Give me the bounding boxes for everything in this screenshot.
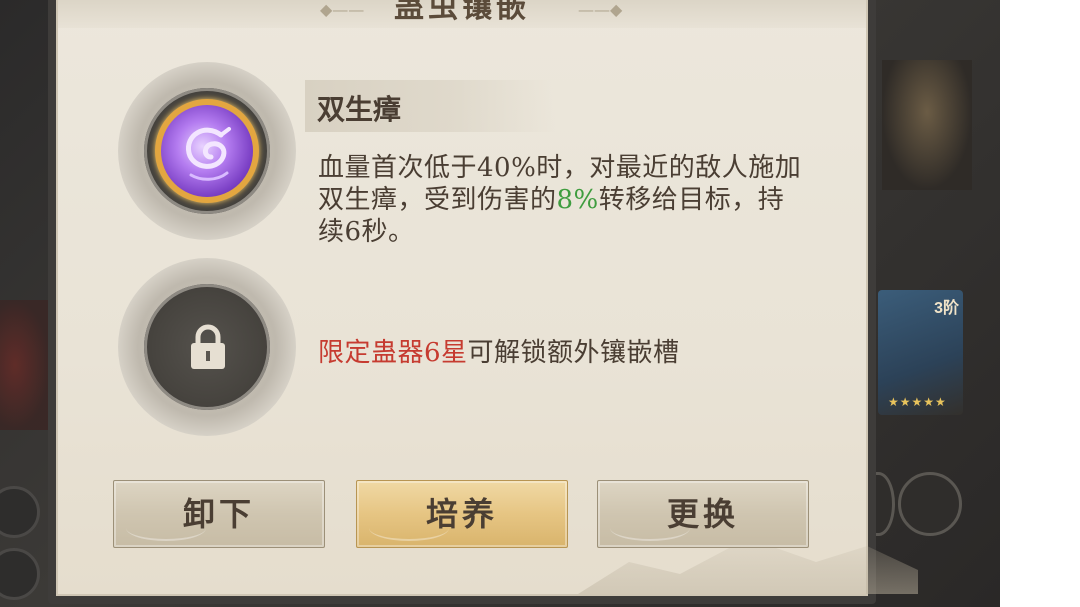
background-artwork — [882, 60, 972, 190]
dialog-title-bar: ◆—— 蛊虫镶嵌 ——◆ — [58, 0, 866, 28]
unequip-button[interactable]: 卸下 — [113, 480, 325, 548]
dialog-title: 蛊虫镶嵌 — [394, 0, 530, 25]
background-item-card[interactable]: 3阶 ★★★★★ — [878, 290, 963, 415]
button-swirl-decoration — [369, 515, 449, 541]
button-swirl-decoration — [126, 515, 206, 541]
background-button[interactable] — [0, 548, 40, 600]
description-highlight: 8% — [556, 185, 599, 215]
unlock-hint: 限定蛊器6星可解锁额外镶嵌槽 — [318, 332, 680, 369]
card-star-rating: ★★★★★ — [888, 395, 947, 409]
slot-socket — [144, 88, 270, 214]
button-swirl-decoration — [610, 515, 690, 541]
skill-name: 双生瘴 — [317, 93, 402, 126]
background-button[interactable] — [0, 486, 40, 538]
slot-socket — [144, 284, 270, 410]
lock-icon — [188, 324, 228, 374]
unlock-condition: 限定蛊器6星 — [318, 338, 468, 368]
card-rank-badge: 3阶 — [934, 300, 959, 317]
title-ornament-icon: ——◆ — [578, 0, 623, 19]
purple-serpent-icon — [161, 105, 253, 197]
unlock-text: 可解锁额外镶嵌槽 — [467, 338, 680, 368]
equipped-gu-gem[interactable] — [155, 99, 259, 203]
skill-name-bar: 双生瘴 — [305, 80, 555, 132]
replace-button[interactable]: 更换 — [597, 480, 809, 548]
inlay-slot-1[interactable] — [118, 62, 296, 240]
skill-description: 血量首次低于40%时，对最近的敌人施加双生瘴，受到伤害的8%转移给目标，持续6秒… — [318, 152, 808, 248]
background-circle-button[interactable] — [898, 472, 962, 536]
cultivate-button[interactable]: 培养 — [356, 480, 568, 548]
inlay-slot-2-locked[interactable] — [118, 258, 296, 436]
background-figure — [0, 300, 50, 430]
